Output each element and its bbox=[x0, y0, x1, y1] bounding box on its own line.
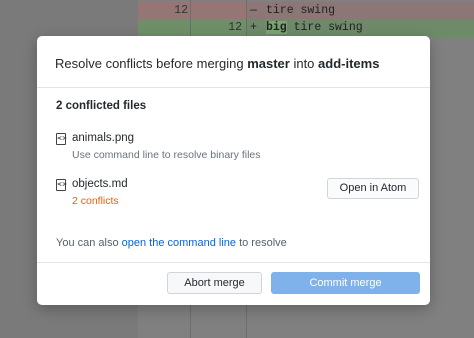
diff-row-added: 12 + big tire swing bbox=[138, 19, 474, 37]
old-line-number: 12 bbox=[174, 4, 188, 17]
dialog-footer: Abort merge Commit merge bbox=[37, 262, 430, 305]
file-name: animals.png bbox=[72, 132, 135, 144]
commit-merge-button[interactable]: Commit merge bbox=[271, 272, 420, 294]
added-marker: + bbox=[250, 21, 257, 34]
source-branch-name: master bbox=[247, 56, 290, 71]
diff-row-deleted: 12 — tire swing bbox=[138, 2, 474, 20]
file-status: Use command line to resolve binary files bbox=[72, 149, 261, 161]
file-code-icon bbox=[56, 133, 67, 145]
added-line-rest: tire swing bbox=[286, 21, 363, 34]
command-line-hint: You can also open the command line to re… bbox=[56, 237, 287, 249]
open-command-line-link[interactable]: open the command line bbox=[122, 237, 236, 249]
added-word-highlight: big bbox=[266, 21, 287, 34]
deleted-line-text: tire swing bbox=[266, 4, 336, 17]
merge-conflicts-dialog: Resolve conflicts before merging master … bbox=[37, 36, 430, 305]
conflict-count: 2 conflicts bbox=[72, 195, 119, 207]
conflicted-files-heading: 2 conflicted files bbox=[56, 100, 147, 112]
abort-merge-button[interactable]: Abort merge bbox=[167, 272, 262, 294]
file-code-icon bbox=[56, 179, 67, 191]
new-line-number: 12 bbox=[228, 21, 242, 34]
dialog-title: Resolve conflicts before merging master … bbox=[37, 36, 430, 88]
target-branch-name: add-items bbox=[318, 56, 380, 71]
added-line-text: big tire swing bbox=[266, 19, 363, 37]
file-name: objects.md bbox=[72, 178, 128, 190]
open-in-atom-button[interactable]: Open in Atom bbox=[327, 178, 419, 199]
deleted-marker: — bbox=[250, 4, 257, 17]
